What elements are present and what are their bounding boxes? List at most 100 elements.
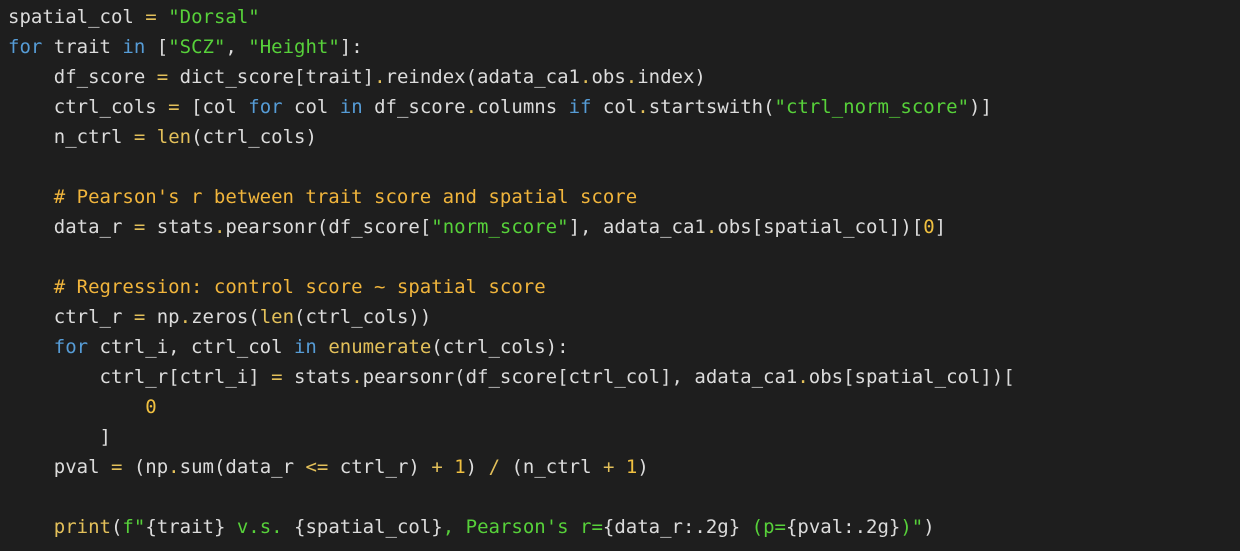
code-token: in [339, 96, 363, 118]
code-token: "Dorsal" [168, 6, 260, 28]
code-token: stats [282, 366, 352, 388]
code-token: trait [42, 36, 123, 58]
code-token: )" [900, 516, 924, 538]
code-token: = [133, 216, 146, 238]
code-token: np [145, 306, 180, 328]
code-token: (ctrl_cols): [431, 336, 569, 358]
code-token: pearsonr(df_score[ [225, 216, 432, 238]
code-token: for [248, 96, 283, 118]
code-token: . [705, 216, 718, 238]
code-token: ctrl_i, ctrl_col [88, 336, 294, 358]
code-token: zeros( [191, 306, 260, 328]
code-token: n_ctrl [8, 126, 134, 148]
code-token: "norm_score" [431, 216, 569, 238]
code-token: col [282, 96, 340, 118]
code-token: ctrl_r[ctrl_i] [8, 366, 272, 388]
code-token: . [465, 96, 478, 118]
code-token: enumerate [328, 336, 432, 358]
code-line: df_score = dict_score[trait].reindex(ada… [8, 62, 1240, 92]
code-token: ( [110, 516, 123, 538]
code-line: ctrl_r = np.zeros(len(ctrl_cols)) [8, 302, 1240, 332]
code-token: , Pearson's r= [442, 516, 603, 538]
code-token: ], adata_ca1 [568, 216, 706, 238]
code-token: (np [122, 456, 169, 478]
code-token: . [351, 366, 363, 388]
code-line: # Regression: control score ~ spatial sc… [8, 272, 1240, 302]
code-line: pval = (np.sum(data_r <= ctrl_r) + 1) / … [8, 452, 1240, 482]
code-token: in [122, 36, 146, 58]
code-line: for trait in ["SCZ", "Height"]: [8, 32, 1240, 62]
code-token: in [293, 336, 317, 358]
code-line: 0 [8, 392, 1240, 422]
code-token: "SCZ" [168, 36, 226, 58]
code-token: {data_r:.2g} [602, 516, 741, 538]
code-token: startswith( [648, 96, 775, 118]
code-token: = [110, 456, 123, 478]
code-token: "Height" [248, 36, 340, 58]
code-token: + [431, 456, 443, 478]
code-token: (ctrl_cols)) [294, 306, 432, 328]
code-token: ] [934, 216, 947, 238]
code-token: index) [637, 66, 706, 88]
code-token: (n_ctrl [500, 456, 603, 478]
code-token: ) [637, 456, 649, 478]
code-token: ) [923, 516, 935, 538]
code-token: . [625, 66, 638, 88]
code-token: . [168, 456, 180, 478]
code-token: len [259, 306, 295, 328]
code-token: ) [465, 456, 489, 478]
code-token: f" [122, 516, 146, 538]
code-line: ctrl_cols = [col for col in df_score.col… [8, 92, 1240, 122]
code-token: len [156, 126, 192, 148]
code-token: reindex(adata_ca1 [385, 66, 580, 88]
code-token: "ctrl_norm_score" [774, 96, 970, 118]
code-token: for [8, 336, 89, 358]
code-token: ctrl_r [8, 306, 134, 328]
code-editor[interactable]: spatial_col = "Dorsal" for trait in ["SCZ… [0, 0, 1240, 551]
code-token: obs [591, 66, 626, 88]
code-line: spatial_col = "Dorsal" [8, 2, 1240, 32]
code-token: # Pearson's r between trait score and sp… [8, 186, 638, 208]
code-lines: spatial_col = "Dorsal" for trait in ["SCZ… [8, 2, 1240, 542]
code-token: (ctrl_cols) [191, 126, 317, 148]
code-token: {pval:.2g} [785, 516, 901, 538]
code-token: / [488, 456, 501, 478]
code-line: n_ctrl = len(ctrl_cols) [8, 122, 1240, 152]
code-token: 1 [454, 456, 466, 478]
code-token: = [168, 96, 180, 118]
code-token: pearsonr(df_score[ctrl_col], adata_ca1 [362, 366, 798, 388]
code-token: obs[spatial_col])[ [808, 366, 1015, 388]
code-token: df_score [8, 66, 157, 88]
code-token: sum(data_r [179, 456, 306, 478]
code-token: [col [179, 96, 249, 118]
code-token: obs[spatial_col])[ [717, 216, 924, 238]
code-token: (p= [740, 516, 786, 538]
code-token: . [213, 216, 226, 238]
code-token: )] [969, 96, 992, 118]
code-token: <= [305, 456, 329, 478]
code-token: v.s. [225, 516, 295, 538]
code-line: # Pearson's r between trait score and sp… [8, 182, 1240, 212]
code-token: pval [8, 456, 111, 478]
code-token: data_r [8, 216, 134, 238]
code-token: = [156, 66, 169, 88]
code-token: stats [145, 216, 214, 238]
code-token: spatial_col [8, 6, 146, 28]
code-token: df_score [362, 96, 466, 118]
code-token: {trait} [145, 516, 226, 538]
code-token: columns [477, 96, 569, 118]
code-line: for ctrl_i, ctrl_col in enumerate(ctrl_c… [8, 332, 1240, 362]
code-token: = [133, 306, 146, 328]
code-token: + [602, 456, 615, 478]
code-token: . [179, 306, 192, 328]
code-token: ctrl_cols [8, 96, 169, 118]
code-token: . [374, 66, 386, 88]
code-line: data_r = stats.pearsonr(df_score["norm_s… [8, 212, 1240, 242]
